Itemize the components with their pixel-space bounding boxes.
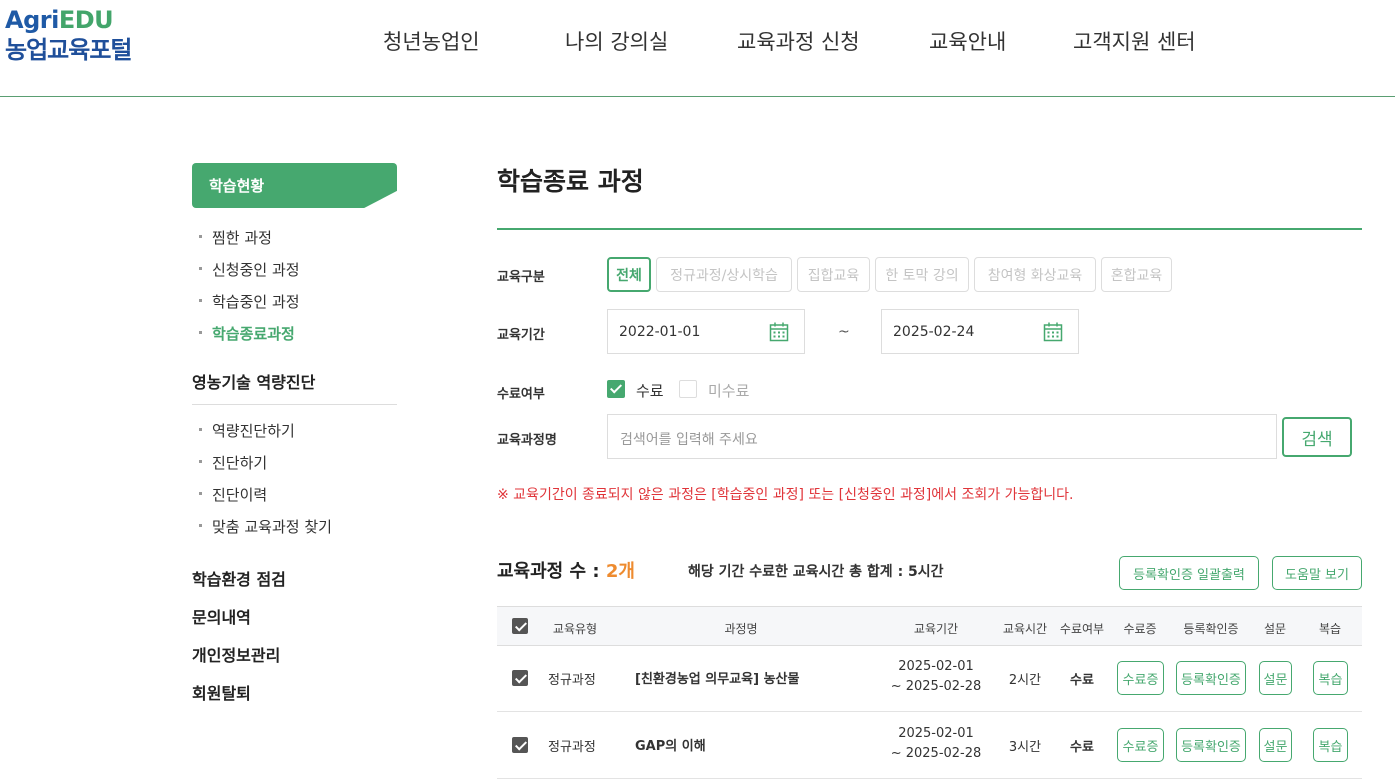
help-button[interactable]: 도움말 보기 — [1272, 556, 1362, 590]
sidebar-item-find-course[interactable]: 맞춤 교육과정 찾기 — [199, 516, 332, 537]
date-to-value: 2025-02-24 — [893, 324, 975, 340]
review-button[interactable]: 복습 — [1313, 728, 1348, 762]
filter-type-label: 교육구분 — [497, 270, 545, 285]
course-count: 교육과정 수 : 2개 — [497, 557, 635, 583]
course-count-value: 2개 — [605, 561, 635, 582]
sidebar-item-diagnosis-history[interactable]: 진단이력 — [199, 484, 267, 505]
row-course-name[interactable]: [친환경농업 의무교육] 농산물 — [635, 668, 799, 687]
sidebar-section-inquiries[interactable]: 문의내역 — [192, 604, 251, 628]
th-survey: 설문 — [1263, 622, 1287, 636]
sidebar-item-diagnose[interactable]: 진단하기 — [199, 452, 267, 473]
filter-period-label: 교육기간 — [497, 328, 545, 343]
th-registration: 등록확인증 — [1183, 622, 1239, 636]
nav-my-classroom[interactable]: 나의 강의실 — [565, 26, 668, 56]
sidebar-item-studying[interactable]: 학습중인 과정 — [199, 291, 300, 312]
type-chip-video-conference[interactable]: 참여형 화상교육 — [974, 257, 1096, 292]
completed-label[interactable]: 수료 — [636, 380, 664, 401]
bulk-print-button[interactable]: 등록확인증 일괄출력 — [1119, 556, 1259, 590]
type-chip-all[interactable]: 전체 — [607, 257, 651, 292]
th-type: 교육유형 — [552, 622, 598, 636]
site-logo[interactable]: AgriEDU 농업교육포털 — [5, 6, 132, 66]
th-hours: 교육시간 — [1002, 622, 1048, 636]
nav-youth-farmer[interactable]: 청년농업인 — [383, 26, 480, 56]
sidebar-section-environment-check[interactable]: 학습환경 점검 — [192, 566, 286, 590]
th-course-name: 과정명 — [724, 622, 758, 636]
th-certificate: 수료증 — [1123, 622, 1157, 636]
row-hours: 2시간 — [1008, 673, 1042, 688]
date-range-separator: ~ — [838, 324, 850, 340]
page-title: 학습종료 과정 — [497, 167, 644, 196]
title-underline — [497, 228, 1362, 230]
sidebar-section-learning-status[interactable]: 학습현황 — [192, 163, 397, 208]
sidebar-section-diagnosis[interactable]: 영농기술 역량진단 — [192, 369, 315, 393]
sidebar-item-competency-diagnosis[interactable]: 역량진단하기 — [199, 420, 295, 441]
filter-course-name-label: 교육과정명 — [497, 433, 557, 448]
registration-button[interactable]: 등록확인증 — [1176, 728, 1246, 762]
row-type: 정규과정 — [548, 673, 596, 688]
notice-text: ※ 교육기간이 종료되지 않은 과정은 [학습중인 과정] 또는 [신청중인 과… — [497, 487, 1074, 503]
survey-button[interactable]: 설문 — [1259, 661, 1292, 695]
table-header: 교육유형 과정명 교육기간 교육시간 수료여부 수료증 등록확인증 설문 복습 — [497, 606, 1362, 646]
row-status: 수료 — [1070, 673, 1094, 688]
date-from-value: 2022-01-01 — [619, 324, 701, 340]
nav-customer-center[interactable]: 고객지원 센터 — [1073, 26, 1196, 56]
sidebar-section-withdraw[interactable]: 회원탈퇴 — [192, 680, 251, 704]
completed-checkbox[interactable] — [607, 380, 625, 398]
th-review: 복습 — [1318, 622, 1342, 636]
sidebar-item-applying[interactable]: 신청중인 과정 — [199, 259, 300, 280]
calendar-icon[interactable] — [769, 322, 789, 346]
course-count-label: 교육과정 수 : — [497, 561, 606, 582]
total-hours-text: 해당 기간 수료한 교육시간 총 합계 : 5시간 — [688, 564, 944, 580]
select-all-checkbox[interactable] — [512, 618, 528, 634]
calendar-icon[interactable] — [1043, 322, 1063, 346]
certificate-button[interactable]: 수료증 — [1117, 661, 1164, 695]
sidebar-section-personal-info[interactable]: 개인정보관리 — [192, 642, 280, 666]
survey-button[interactable]: 설문 — [1259, 728, 1292, 762]
site-header: AgriEDU 농업교육포털 청년농업인 나의 강의실 교육과정 신청 교육안내… — [0, 0, 1395, 97]
row-period-end: ~ 2025-02-28 — [890, 679, 982, 694]
table-row: 정규과정 GAP의 이해 2025-02-01 ~ 2025-02-28 3시간… — [497, 712, 1362, 779]
row-checkbox[interactable] — [512, 670, 528, 686]
row-checkbox[interactable] — [512, 737, 528, 753]
review-button[interactable]: 복습 — [1313, 661, 1348, 695]
date-to-input[interactable]: 2025-02-24 — [881, 309, 1079, 354]
row-status: 수료 — [1070, 740, 1094, 755]
logo-edu-text: EDU — [58, 6, 114, 34]
filter-completion-label: 수료여부 — [497, 387, 545, 402]
type-chip-regular[interactable]: 정규과정/상시학습 — [656, 257, 792, 292]
nav-course-apply[interactable]: 교육과정 신청 — [737, 26, 860, 56]
logo-agri-text: Agri — [5, 6, 59, 34]
sidebar-item-wishlist[interactable]: 찜한 과정 — [199, 227, 272, 248]
search-button[interactable]: 검색 — [1282, 417, 1352, 457]
row-period: 2025-02-01 ~ 2025-02-28 — [891, 724, 982, 764]
row-course-name[interactable]: GAP의 이해 — [635, 735, 706, 754]
certificate-button[interactable]: 수료증 — [1117, 728, 1164, 762]
type-chip-blended[interactable]: 혼합교육 — [1101, 257, 1172, 292]
row-period: 2025-02-01 ~ 2025-02-28 — [891, 657, 982, 697]
type-chip-group[interactable]: 집합교육 — [797, 257, 870, 292]
search-input[interactable]: 검색어를 입력해 주세요 — [607, 414, 1277, 459]
nav-education-guide[interactable]: 교육안내 — [929, 26, 1006, 56]
sidebar-divider — [192, 404, 397, 405]
not-completed-checkbox[interactable] — [679, 380, 697, 398]
type-chip-short-lecture[interactable]: 한 토막 강의 — [875, 257, 969, 292]
sidebar-item-completed[interactable]: 학습종료과정 — [199, 323, 295, 344]
row-period-start: 2025-02-01 — [898, 659, 974, 674]
registration-button[interactable]: 등록확인증 — [1176, 661, 1246, 695]
logo-portal-text: 농업교육포털 — [5, 36, 132, 64]
row-type: 정규과정 — [548, 740, 596, 755]
table-row: 정규과정 [친환경농업 의무교육] 농산물 2025-02-01 ~ 2025-… — [497, 645, 1362, 712]
th-status: 수료여부 — [1059, 622, 1105, 636]
row-period-start: 2025-02-01 — [898, 726, 974, 741]
date-from-input[interactable]: 2022-01-01 — [607, 309, 805, 354]
row-hours: 3시간 — [1008, 740, 1042, 755]
row-period-end: ~ 2025-02-28 — [890, 746, 982, 761]
th-period: 교육기간 — [913, 622, 959, 636]
not-completed-label[interactable]: 미수료 — [708, 380, 749, 401]
